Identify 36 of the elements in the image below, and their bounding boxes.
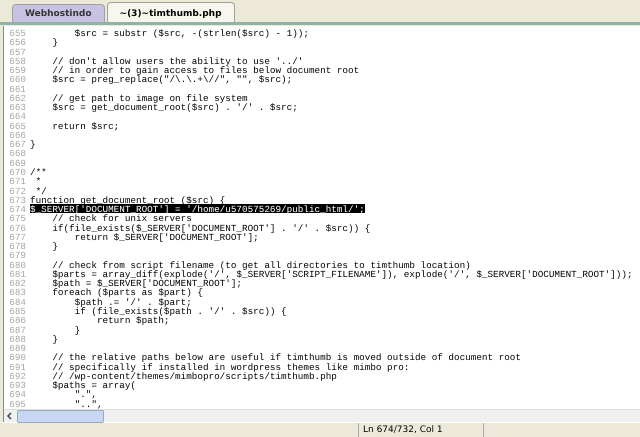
code-line: $parts = array_diff(explode('/', $_SERVER['SCRIPT_FILENAME']), explode('/', $_SERVER['DOCUMENT_ROOT'])); [51,268,633,278]
code-line: } [51,37,58,47]
code-line: // in order to gain access to files below document root [51,65,360,74]
code-line: // check from script filename (to get all directories to timthumb location) [51,260,471,269]
code-line: return $src; [51,120,120,130]
code-line: if(file_exists($_SERVER['DOCUMENT_ROOT'] . '/' . $src)) { [51,222,370,232]
scrollbar-thumb[interactable] [17,410,104,422]
code-line: } [51,241,58,250]
file-tab[interactable]: Webhostindo [12,4,105,22]
code-line: } [30,139,36,148]
code-line: "..", [74,398,103,408]
code-line: ".", [74,389,97,399]
code-line: */ [36,186,47,195]
code-line: if (file_exists($path . '/' . $src)) { [74,306,287,316]
code-line: return $path; [96,315,170,324]
code-line: // specifically if installed in wordpress themes like mimbo pro: [51,362,410,371]
code-line: $src = substr ($src, -(strlen($src) - 1)); [74,28,309,38]
code-line: // don't allow users the ability to use '../' [51,56,304,66]
code-line: // check for unix servers [51,213,192,223]
code-line: $src = preg_replace("/\.\.+\//", "", $src); [51,74,292,84]
line-number: 674 [4,204,30,214]
code-line: * [34,176,42,186]
code-line: // the relative paths below are useful if timthumb is moved outside of document root [51,352,521,362]
code-line: $path .= '/' . $part; [74,296,192,306]
code-line: } [51,334,58,344]
code-line: } [74,324,80,334]
code-line: return $_SERVER['DOCUMENT_ROOT']; [74,232,259,242]
code-line: foreach ($parts as $part) { [51,287,203,297]
file-tab[interactable]: ~(3)~timthumb.php [106,2,235,22]
code-line: $src = get_document_root($src) . '/' . $src; [51,102,298,112]
code-line: /** [30,166,47,176]
code-line: // get path to image on file system [51,92,248,102]
code-line: $paths = array( [51,380,136,390]
cursor-position: Ln 674/732, Col 1 [358,423,484,437]
code-line: $path = $_SERVER['DOCUMENT_ROOT']; [51,278,242,288]
code-line: // /wp-content/themes/mimbopro/scripts/timthumb.php [51,370,337,380]
